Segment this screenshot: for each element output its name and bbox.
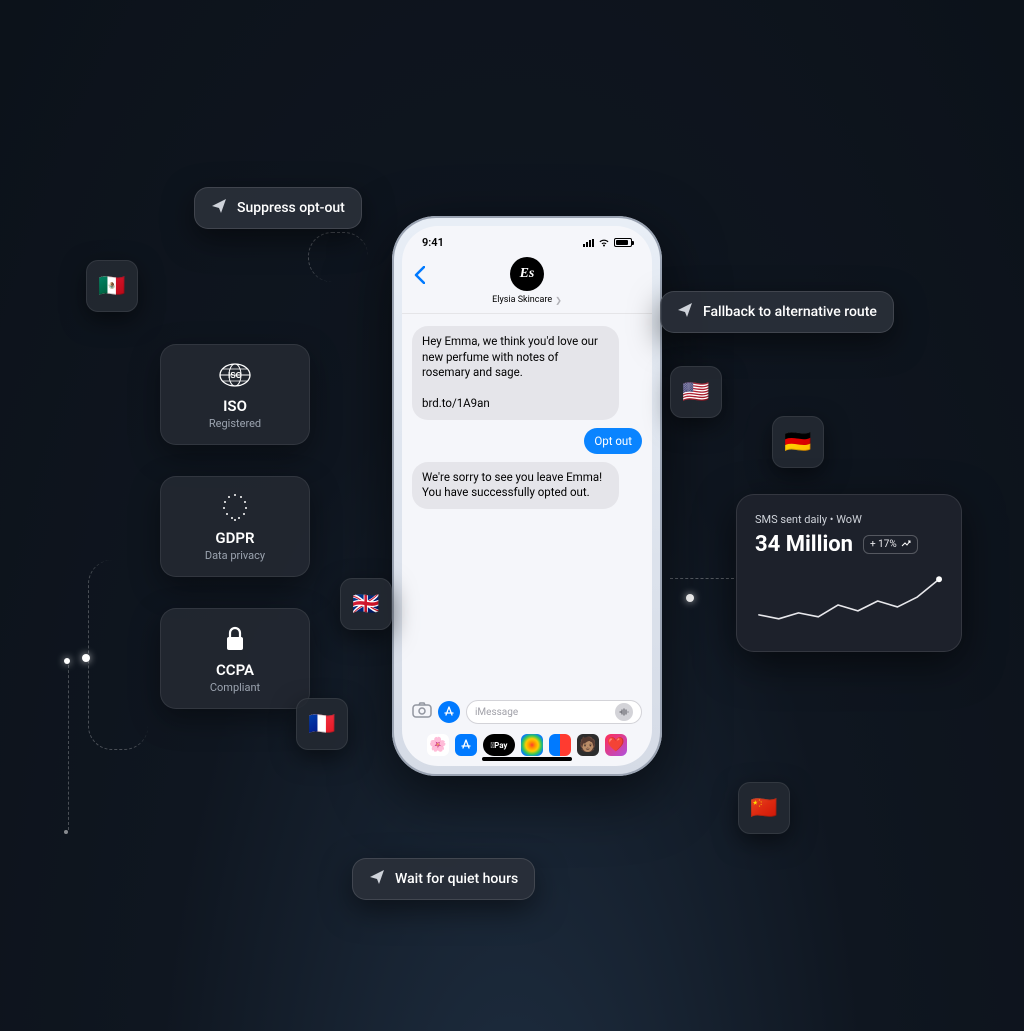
phone-screen: 9:41 Es Elysia Skincare ❯: [402, 226, 652, 766]
incoming-message: Hey Emma, we think you'd love our new pe…: [412, 326, 619, 420]
home-indicator: [482, 757, 572, 761]
flag-mexico: 🇲🇽: [86, 260, 138, 312]
message-thread: Hey Emma, we think you'd love our new pe…: [402, 314, 652, 694]
status-icons: [583, 238, 632, 247]
flag-germany: 🇩🇪: [772, 416, 824, 468]
card-title: GDPR: [173, 529, 297, 547]
eu-stars-icon: [173, 493, 297, 521]
chevron-right-icon: ❯: [555, 296, 562, 305]
signal-icon: [583, 239, 594, 247]
connector-dot: [82, 654, 90, 662]
card-title: ISO: [173, 397, 297, 415]
status-time: 9:41: [422, 236, 444, 249]
compliance-card-iso: ISO ISO Registered: [160, 344, 310, 445]
card-title: CCPA: [173, 661, 297, 679]
connector-dot: [64, 830, 68, 834]
lock-icon: [173, 625, 297, 653]
stats-value: 34 Million: [755, 532, 853, 557]
feature-pill-fallback: Fallback to alternative route: [660, 291, 894, 333]
svg-text:ISO: ISO: [228, 371, 242, 380]
iso-icon: ISO: [173, 361, 297, 389]
connector-line: [670, 578, 734, 579]
card-subtitle: Compliant: [173, 681, 297, 694]
input-placeholder: iMessage: [475, 707, 518, 718]
wifi-icon: [598, 238, 610, 247]
connector-line: [88, 560, 148, 750]
dock-app-store[interactable]: [455, 734, 477, 756]
pill-label: Suppress opt-out: [237, 200, 345, 216]
status-bar: 9:41: [402, 226, 652, 253]
feature-pill-suppress: Suppress opt-out: [194, 187, 362, 229]
connector-dot: [64, 658, 70, 664]
pill-label: Wait for quiet hours: [395, 871, 518, 887]
card-subtitle: Registered: [173, 417, 297, 430]
outgoing-message: Opt out: [584, 428, 642, 454]
battery-icon: [614, 238, 632, 247]
stats-change-badge: + 17%: [863, 535, 918, 554]
stats-change-text: + 17%: [870, 539, 897, 550]
flag-china: 🇨🇳: [738, 782, 790, 834]
compliance-card-ccpa: CCPA Compliant: [160, 608, 310, 709]
back-chevron-icon[interactable]: [414, 265, 425, 290]
dock-app-memoji[interactable]: 🧑🏽: [577, 734, 599, 756]
send-icon: [677, 302, 693, 322]
dock-app-heart[interactable]: ❤️: [605, 734, 627, 756]
audio-message-icon[interactable]: [615, 703, 633, 721]
contact-avatar: Es: [510, 257, 544, 291]
connector-dot: [686, 594, 694, 602]
stats-label: SMS sent daily • WoW: [755, 513, 943, 526]
card-subtitle: Data privacy: [173, 549, 297, 562]
contact-name-label: Elysia Skincare: [492, 295, 552, 305]
message-input[interactable]: iMessage: [466, 700, 642, 724]
phone-mockup: 9:41 Es Elysia Skincare ❯: [392, 216, 662, 776]
trend-up-icon: [901, 539, 911, 550]
message-input-row: iMessage: [402, 694, 652, 730]
app-store-icon[interactable]: [438, 701, 460, 723]
flag-uk: 🇬🇧: [340, 578, 392, 630]
dock-app-generic[interactable]: [549, 734, 571, 756]
flag-usa: 🇺🇸: [670, 366, 722, 418]
sparkline-chart: [755, 573, 943, 629]
messages-nav: Es Elysia Skincare ❯: [402, 253, 652, 314]
contact-header[interactable]: Es Elysia Skincare ❯: [492, 257, 562, 305]
message-link: brd.to/1A9an: [422, 396, 490, 410]
compliance-card-gdpr: GDPR Data privacy: [160, 476, 310, 577]
camera-icon[interactable]: [412, 702, 432, 722]
connector-line: [308, 232, 368, 282]
send-icon: [211, 198, 227, 218]
stats-card: SMS sent daily • WoW 34 Million + 17%: [736, 494, 962, 652]
pill-label: Fallback to alternative route: [703, 304, 877, 320]
send-icon: [369, 869, 385, 889]
dock-app-photos[interactable]: 🌸: [427, 734, 449, 756]
dock-apple-pay[interactable]: Pay: [483, 734, 515, 756]
feature-pill-quiet: Wait for quiet hours: [352, 858, 535, 900]
connector-line: [68, 660, 69, 830]
message-text: Hey Emma, we think you'd love our new pe…: [422, 334, 598, 379]
incoming-message: We're sorry to see you leave Emma! You h…: [412, 462, 619, 509]
dock-app-fitness[interactable]: [521, 734, 543, 756]
flag-france: 🇫🇷: [296, 698, 348, 750]
